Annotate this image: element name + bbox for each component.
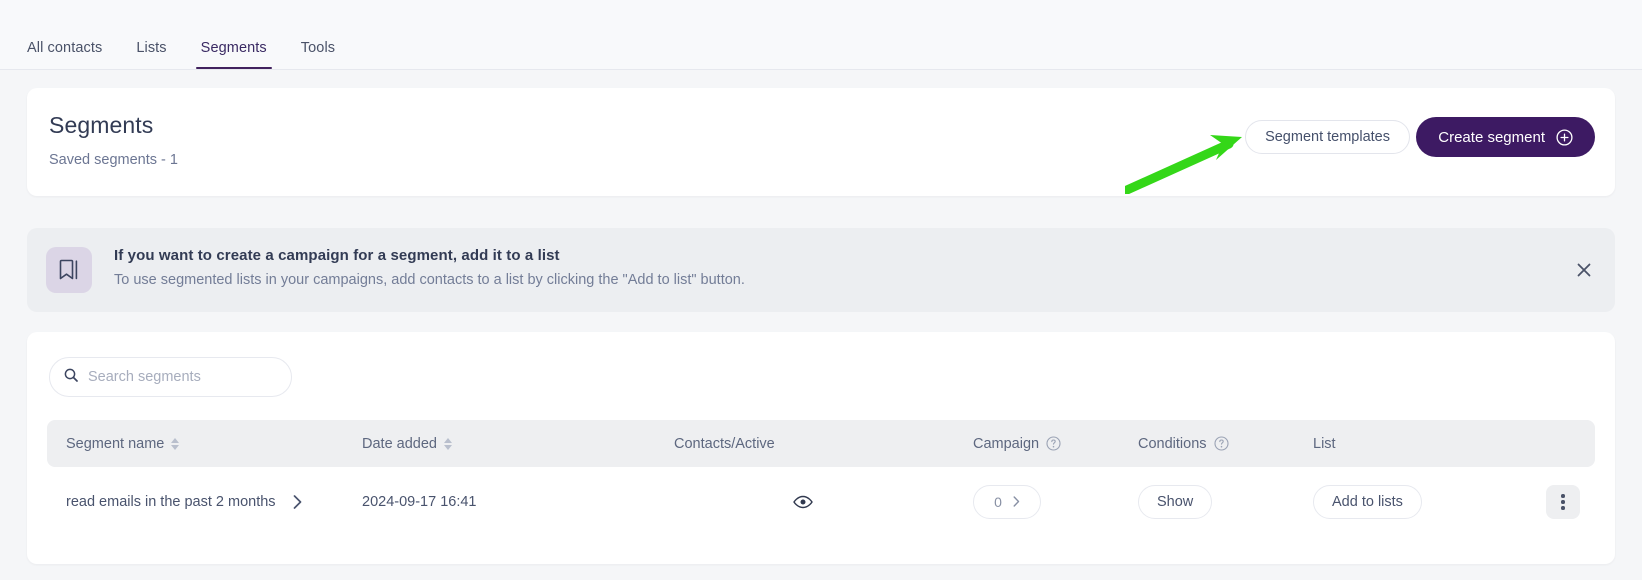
column-label-contacts-active: Contacts/Active (674, 435, 775, 452)
plus-circle-icon (1556, 128, 1573, 146)
column-label-segment-name: Segment name (66, 435, 165, 452)
search-segments-field[interactable] (49, 357, 292, 397)
app-page: All contacts Lists Segments Tools Segmen… (0, 0, 1642, 580)
campaign-count-button[interactable]: 0 (973, 485, 1041, 519)
create-segment-label: Create segment (1438, 128, 1545, 146)
column-label-date-added: Date added (362, 435, 437, 452)
saved-segments-count: Saved segments - 1 (49, 152, 178, 168)
cell-campaign: 0 (973, 485, 1138, 519)
show-conditions-button[interactable]: Show (1138, 485, 1213, 519)
table-row: read emails in the past 2 months 2024-09… (47, 472, 1595, 532)
info-banner: If you want to create a campaign for a s… (27, 228, 1615, 312)
column-header-segment-name[interactable]: Segment name (47, 436, 362, 452)
column-header-campaign: Campaign (973, 436, 1138, 452)
segment-templates-button[interactable]: Segment templates (1245, 120, 1410, 154)
chevron-right-icon (1013, 494, 1020, 510)
cell-actions (1543, 485, 1595, 519)
column-label-conditions: Conditions (1138, 435, 1207, 452)
column-header-contacts-active: Contacts/Active (674, 436, 973, 452)
cell-conditions: Show (1138, 485, 1313, 519)
nav-tab-lists[interactable]: Lists (134, 40, 168, 70)
eye-icon[interactable] (793, 495, 813, 509)
close-icon[interactable] (1573, 259, 1595, 281)
nav-tab-tools[interactable]: Tools (299, 40, 337, 70)
column-label-list: List (1313, 435, 1336, 452)
column-header-list: List (1313, 436, 1543, 452)
create-segment-button[interactable]: Create segment (1416, 117, 1595, 157)
banner-subtitle: To use segmented lists in your campaigns… (114, 272, 745, 288)
campaign-count-value: 0 (994, 494, 1002, 510)
segment-name-link[interactable]: read emails in the past 2 months (66, 494, 276, 510)
page-title: Segments (49, 112, 154, 138)
help-circle-icon[interactable] (1046, 436, 1061, 451)
nav-tab-segments[interactable]: Segments (195, 40, 272, 70)
segments-table-card: Segment name Date added Contacts/Active (27, 332, 1615, 564)
top-navigation: All contacts Lists Segments Tools (0, 0, 1642, 70)
cell-list: Add to lists (1313, 485, 1543, 519)
sort-arrows-icon[interactable] (443, 437, 452, 450)
add-to-lists-button[interactable]: Add to lists (1313, 485, 1422, 519)
nav-tab-list: All contacts Lists Segments Tools (25, 0, 337, 69)
bookmark-icon (46, 247, 92, 293)
cell-segment-name: read emails in the past 2 months (47, 494, 362, 510)
kebab-menu-icon[interactable] (1546, 485, 1580, 519)
cell-contacts-active (674, 495, 973, 509)
chevron-right-icon[interactable] (293, 495, 302, 509)
column-header-date-added[interactable]: Date added (362, 436, 674, 452)
cell-date-added: 2024-09-17 16:41 (362, 494, 477, 510)
help-circle-icon[interactable] (1213, 436, 1229, 451)
nav-tab-all-contacts[interactable]: All contacts (25, 40, 104, 70)
column-header-conditions: Conditions (1138, 436, 1313, 452)
table-header-row: Segment name Date added Contacts/Active (47, 420, 1595, 467)
search-input[interactable] (88, 369, 277, 385)
search-icon (64, 368, 78, 387)
column-label-campaign: Campaign (973, 435, 1040, 452)
banner-title: If you want to create a campaign for a s… (114, 247, 560, 264)
segments-header-card: Segments Saved segments - 1 Segment temp… (27, 88, 1615, 196)
sort-arrows-icon[interactable] (171, 437, 180, 450)
